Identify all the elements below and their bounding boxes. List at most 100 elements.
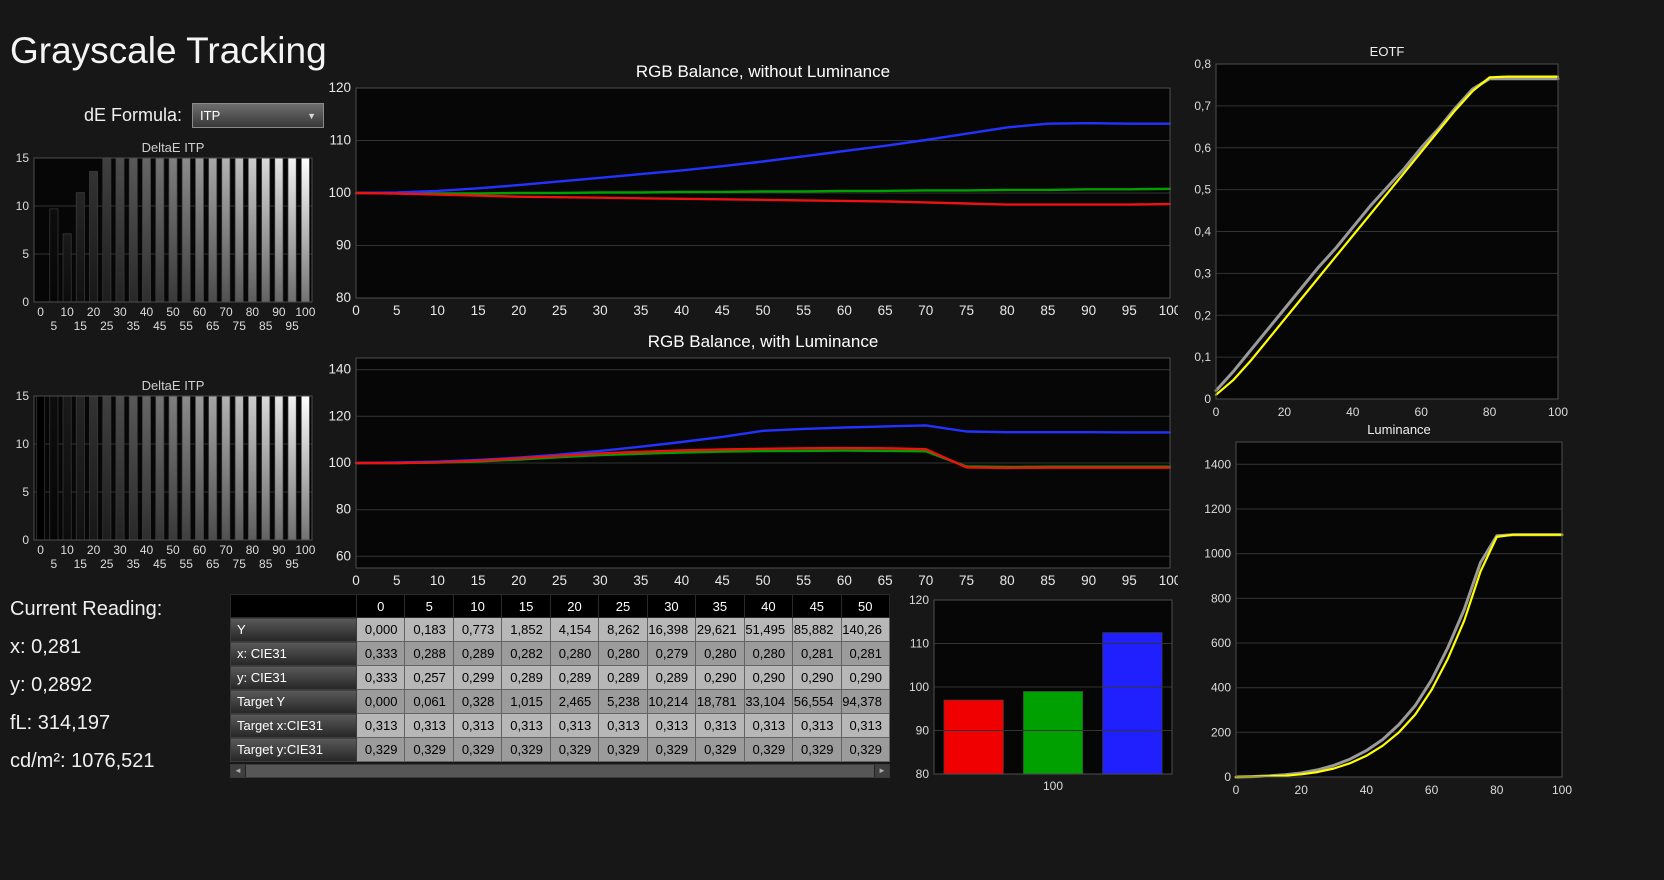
svg-text:75: 75 [959, 303, 974, 318]
svg-text:800: 800 [1211, 591, 1231, 605]
table-header-cell: 20 [549, 594, 600, 618]
svg-text:DeltaE ITP: DeltaE ITP [142, 140, 205, 155]
table-cell: 0,289 [598, 665, 648, 690]
svg-text:40: 40 [140, 305, 154, 319]
de-formula-label: dE Formula: [84, 105, 183, 125]
svg-text:60: 60 [1425, 783, 1439, 797]
table-header-cell: 45 [792, 594, 842, 618]
table-cell: 0,290 [743, 665, 794, 690]
svg-text:15: 15 [16, 151, 30, 165]
svg-text:95: 95 [285, 319, 299, 333]
de-formula-value: ITP [200, 108, 221, 123]
svg-text:25: 25 [552, 303, 567, 318]
svg-text:0,8: 0,8 [1194, 57, 1211, 71]
table-cell: 0,183 [404, 617, 454, 642]
svg-text:60: 60 [336, 548, 351, 563]
scroll-left-button[interactable]: ◄ [231, 765, 245, 777]
svg-text:65: 65 [206, 319, 220, 333]
table-cell: 0,281 [840, 641, 891, 666]
svg-text:60: 60 [837, 303, 852, 318]
reading-x: x: 0,281 [10, 636, 82, 658]
svg-text:0: 0 [352, 573, 360, 588]
scroll-right-button[interactable]: ► [875, 765, 889, 777]
svg-text:85: 85 [1040, 303, 1055, 318]
svg-text:1400: 1400 [1204, 457, 1231, 471]
table-row-label: Target Y [230, 689, 357, 714]
table-cell: 94,378 [840, 689, 891, 714]
table-cell: 0,313 [646, 713, 697, 738]
table-row-label: Target y:CIE31 [230, 737, 357, 762]
svg-text:0,2: 0,2 [1194, 308, 1211, 322]
table-cell: 16,398 [646, 617, 697, 642]
luminance-chart: 0 200 400 600 800 1000 1200 1400 0 20 40 60 80 100 Lum… [1204, 422, 1572, 797]
de-formula-select[interactable]: ITP ▼ [192, 103, 325, 128]
svg-text:25: 25 [100, 557, 114, 571]
table-cell: 51,495 [743, 617, 794, 642]
svg-text:5: 5 [393, 303, 401, 318]
svg-text:5: 5 [51, 319, 58, 333]
svg-text:45: 45 [153, 319, 167, 333]
svg-text:RGB Balance, with Luminance: RGB Balance, with Luminance [648, 332, 879, 351]
rgb-balance-chart: 80 90 100 110 120 0 5 10 15 20 25 30 35 40 45 50 55 60 65 7… [328, 62, 1178, 318]
table-cell: 0,313 [598, 713, 648, 738]
table-cell: 0,288 [404, 641, 454, 666]
svg-text:0: 0 [37, 305, 44, 319]
svg-text:100: 100 [295, 543, 315, 557]
table-row-label: y: CIE31 [230, 665, 357, 690]
svg-text:0,4: 0,4 [1194, 225, 1211, 239]
svg-text:40: 40 [1360, 783, 1374, 797]
measurement-table: 0 5 10 15 20 25 30 35 40 45 50 Y 0,000 0,183 0,773 1,8… [230, 594, 891, 778]
svg-text:DeltaE ITP: DeltaE ITP [142, 378, 205, 393]
svg-text:55: 55 [180, 557, 194, 571]
table-cell: 0,313 [743, 713, 794, 738]
table-cell: 0,289 [501, 665, 551, 690]
svg-text:40: 40 [1346, 405, 1360, 419]
svg-text:90: 90 [336, 238, 351, 253]
svg-text:110: 110 [910, 637, 929, 651]
table-cell: 0,313 [404, 713, 454, 738]
table-cell: 0,329 [598, 737, 648, 762]
svg-text:90: 90 [1081, 303, 1096, 318]
svg-text:70: 70 [918, 303, 933, 318]
table-cell: 0,000 [355, 617, 406, 642]
svg-text:100: 100 [295, 305, 315, 319]
svg-text:20: 20 [87, 543, 101, 557]
page-title: Grayscale Tracking [10, 30, 327, 71]
scrollbar-thumb[interactable] [245, 765, 875, 777]
svg-text:0,6: 0,6 [1194, 141, 1211, 155]
table-cell: 0,290 [840, 665, 891, 690]
svg-text:100: 100 [1552, 783, 1572, 797]
svg-text:65: 65 [878, 303, 893, 318]
svg-text:10: 10 [60, 543, 74, 557]
table-row-label: Target x:CIE31 [230, 713, 357, 738]
svg-text:50: 50 [755, 573, 770, 588]
svg-text:60: 60 [837, 573, 852, 588]
svg-text:80: 80 [1483, 405, 1497, 419]
svg-text:45: 45 [715, 303, 730, 318]
current-reading-title: Current Reading: [10, 598, 163, 620]
svg-text:120: 120 [328, 80, 351, 95]
table-cell: 85,882 [792, 617, 842, 642]
table-cell: 0,313 [792, 713, 842, 738]
svg-text:15: 15 [471, 303, 486, 318]
svg-text:35: 35 [633, 303, 648, 318]
measurement-table-grid: 0 5 10 15 20 25 30 35 40 45 50 Y 0,000 0,183 0,773 1,8… [230, 594, 891, 762]
table-cell: 0,280 [743, 641, 794, 666]
table-header-cell: 0 [355, 594, 406, 618]
svg-text:40: 40 [674, 303, 689, 318]
table-cell: 0,329 [452, 737, 503, 762]
svg-text:55: 55 [180, 319, 194, 333]
svg-text:0: 0 [1224, 770, 1231, 784]
svg-text:10: 10 [430, 573, 445, 588]
table-cell: 0,280 [598, 641, 648, 666]
table-cell: 0,290 [695, 665, 745, 690]
svg-text:90: 90 [272, 305, 286, 319]
svg-text:80: 80 [1000, 573, 1015, 588]
svg-text:100: 100 [1159, 303, 1178, 318]
table-cell: 0,280 [549, 641, 600, 666]
table-scrollbar[interactable]: ◄ ► [230, 764, 890, 778]
svg-text:90: 90 [272, 543, 286, 557]
table-cell: 5,238 [598, 689, 648, 714]
svg-text:85: 85 [259, 557, 273, 571]
svg-text:0: 0 [1233, 783, 1240, 797]
